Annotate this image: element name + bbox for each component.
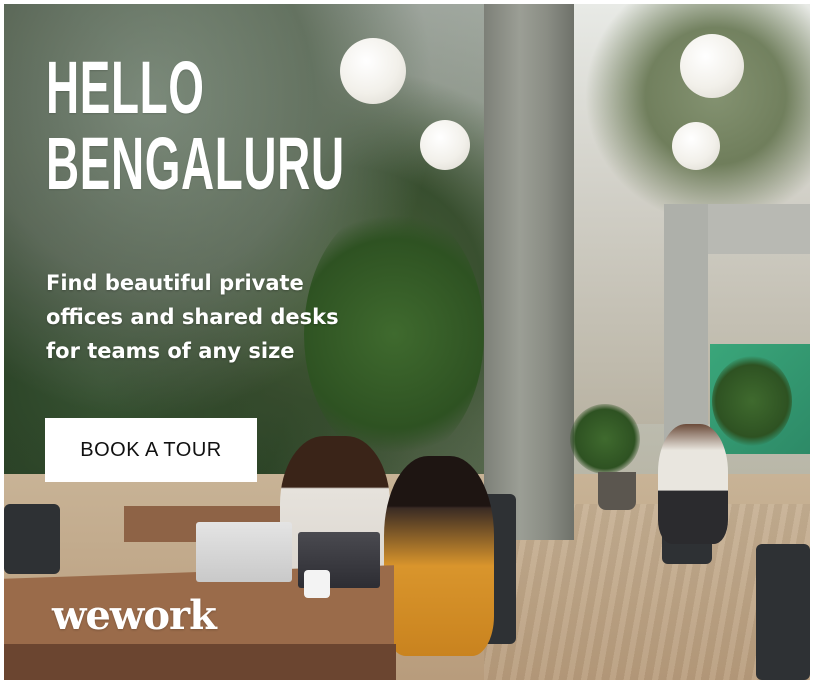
potted-plant xyxy=(712,356,792,446)
pendant-lamp xyxy=(340,38,406,104)
doorway-post xyxy=(664,204,708,454)
tagline-line-1: Find beautiful private xyxy=(46,271,304,295)
office-chair xyxy=(4,504,60,574)
concrete-pillar xyxy=(484,4,574,540)
wework-banner-ad[interactable]: HELLO BENGALURU Find beautiful private o… xyxy=(4,4,810,680)
pendant-lamp xyxy=(680,34,744,98)
office-chair xyxy=(756,544,810,680)
plant-pot xyxy=(598,472,636,510)
book-a-tour-button[interactable]: BOOK A TOUR xyxy=(45,418,257,482)
laptop xyxy=(196,522,292,582)
woman-right xyxy=(384,456,494,656)
headline: HELLO BENGALURU xyxy=(46,50,345,202)
wework-logo: wework xyxy=(52,592,217,639)
mug xyxy=(304,570,330,598)
tagline-line-2: offices and shared desks xyxy=(46,305,339,329)
headline-line-2: BENGALURU xyxy=(46,122,345,205)
tree-right xyxy=(574,4,810,234)
potted-plant xyxy=(570,404,640,474)
tagline: Find beautiful private offices and share… xyxy=(46,266,426,368)
man-seated xyxy=(658,424,728,544)
front-desk-edge xyxy=(4,644,396,680)
pendant-lamp xyxy=(420,120,470,170)
pendant-lamp xyxy=(672,122,720,170)
headline-line-1: HELLO xyxy=(46,46,205,129)
tagline-line-3: for teams of any size xyxy=(46,339,295,363)
